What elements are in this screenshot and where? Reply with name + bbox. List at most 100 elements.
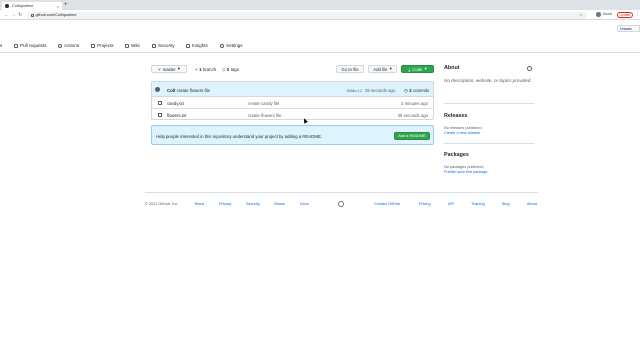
releases-heading[interactable]: Releases (444, 113, 467, 119)
latest-commit-row: Colt create flowers file f80bc11 39 seco… (152, 82, 433, 97)
new-tab-button[interactable]: + (64, 2, 68, 9)
play-icon (58, 43, 62, 48)
footer-link-blog[interactable]: Blog (502, 202, 510, 206)
tab-projects-label: Projects (97, 43, 114, 48)
tab-wiki[interactable]: Wiki (125, 43, 140, 48)
address-bar[interactable]: github.com/Colt/quotime ☆ (27, 11, 587, 19)
browser-tab[interactable]: Colt/quotime × (2, 2, 62, 10)
branch-name: master (162, 66, 176, 72)
about-heading: About (444, 65, 460, 71)
about-text: No description, website, or topics provi… (444, 78, 532, 83)
tab-pull-requests-label: Pull requests (20, 43, 47, 48)
footer-link-security[interactable]: Security (246, 202, 260, 206)
profile-avatar-icon (596, 12, 601, 17)
tab-title: Colt/quotime (12, 4, 34, 8)
footer-link-privacy[interactable]: Privacy (219, 202, 231, 206)
chevron-down-icon: ▾ (389, 66, 392, 71)
releases-text: No releases published (444, 126, 482, 130)
bookmark-star-icon[interactable]: ☆ (579, 12, 583, 18)
create-release-link[interactable]: Create a new release (444, 131, 480, 135)
file-icon (158, 100, 162, 105)
browser-toolbar: ← → ↻ github.com/Colt/quotime ☆ (0, 10, 640, 20)
file-commit-time: 39 seconds ago (397, 112, 428, 118)
chevron-down-icon: ▾ (424, 66, 427, 71)
packages-text: No packages published (444, 165, 484, 169)
tab-wiki-label: Wiki (131, 43, 140, 48)
tab-actions-label: Actions (64, 43, 80, 48)
add-file-label: Add file (373, 66, 388, 72)
lock-icon (31, 13, 34, 17)
file-name[interactable]: flowers.txt (167, 113, 186, 118)
branch-count: 1 (199, 66, 202, 72)
file-icon (158, 112, 162, 117)
tab-security-label: Security (158, 43, 175, 48)
tab-issues-label: s (0, 43, 3, 48)
forward-icon[interactable]: → (11, 11, 16, 19)
file-commit-time: 2 minutes ago (401, 100, 428, 106)
github-mark-icon[interactable] (338, 201, 344, 207)
footer-link-terms[interactable]: Terms (194, 202, 204, 206)
tab-actions[interactable]: Actions (58, 43, 79, 48)
branches-link[interactable]: ⑂ 1 branch (195, 67, 216, 72)
branch-icon: ⑂ (158, 66, 161, 72)
tab-settings[interactable]: Settings (220, 43, 243, 48)
publish-package-link[interactable]: Publish your first package (444, 170, 487, 174)
sidebar-divider (444, 143, 534, 144)
tags-link[interactable]: ◇ 0 tags (222, 67, 239, 73)
tab-pull-requests[interactable]: Pull requests (14, 43, 47, 48)
table-row: flowers.txt create flowers file 39 secon… (152, 109, 433, 119)
go-to-file-button[interactable]: Go to file (336, 65, 364, 73)
browser-update-button[interactable]: Update (617, 11, 633, 18)
tab-projects[interactable]: Projects (91, 43, 114, 48)
branch-word: branch (202, 66, 217, 72)
footer-link-pricing[interactable]: Pricing (419, 202, 431, 206)
footer-link-api[interactable]: API (448, 202, 454, 206)
add-file-button[interactable]: Add file ▾ (368, 65, 397, 73)
footer-copyright: © 2021 GitHub, Inc. (145, 202, 179, 206)
chevron-down-icon: ▾ (177, 66, 180, 71)
reload-icon[interactable]: ↻ (18, 11, 22, 19)
file-name[interactable]: candy.txt (167, 101, 184, 106)
footer-link-status[interactable]: Status (274, 202, 285, 206)
gear-icon[interactable] (527, 66, 532, 71)
sidebar-divider (444, 103, 534, 104)
commit-time: 39 seconds ago (365, 87, 396, 93)
commit-count: 2 (409, 88, 412, 93)
commits-link[interactable]: ◷ 2 commits (404, 88, 429, 94)
commit-sha[interactable]: f80bc11 (346, 88, 362, 93)
commit-message[interactable]: create flowers file (177, 88, 210, 93)
tab-insights[interactable]: Insights (186, 43, 208, 48)
commit-author[interactable]: Colt (167, 88, 175, 93)
tab-security[interactable]: Security (152, 43, 175, 48)
readme-prompt-text: Help people interested in this repositor… (156, 133, 322, 139)
footer-link-docs[interactable]: Docs (300, 202, 309, 206)
unwatch-button[interactable]: Unwatc (617, 25, 640, 32)
back-icon[interactable]: ← (4, 11, 9, 19)
packages-heading[interactable]: Packages (444, 152, 469, 158)
code-label: Code (412, 66, 423, 72)
history-icon: ◷ (404, 87, 408, 93)
file-list: Colt create flowers file f80bc11 39 seco… (151, 81, 434, 120)
tab-settings-label: Settings (226, 43, 243, 48)
code-button[interactable]: ⤓ Code ▾ (401, 65, 434, 73)
tag-icon: ◇ (222, 66, 226, 72)
readme-prompt: Help people interested in this repositor… (151, 125, 434, 145)
footer-link-contact[interactable]: Contact GitHub (374, 202, 400, 206)
branch-select-button[interactable]: ⑂ master ▾ (151, 65, 187, 73)
browser-tabstrip: Colt/quotime × + (0, 0, 640, 10)
browser-menu-icon[interactable]: ⋮ (635, 11, 640, 17)
profile-label: Guest (602, 12, 613, 17)
github-favicon-icon (5, 4, 9, 8)
profile-chip[interactable]: Guest (596, 12, 612, 17)
footer-link-training[interactable]: Training (471, 202, 485, 206)
tab-issues[interactable]: s (0, 43, 2, 48)
tab-close-icon[interactable]: × (57, 4, 59, 9)
file-commit-message[interactable]: create flowers file (248, 113, 281, 118)
add-readme-button[interactable]: Add a README (394, 131, 430, 140)
tab-insights-label: Insights (192, 43, 208, 48)
book-icon (125, 43, 129, 48)
latest-commit-summary: Colt create flowers file (167, 88, 210, 93)
footer-link-about[interactable]: About (527, 202, 537, 206)
file-commit-message[interactable]: create candy file (248, 101, 279, 106)
avatar[interactable] (155, 87, 160, 92)
